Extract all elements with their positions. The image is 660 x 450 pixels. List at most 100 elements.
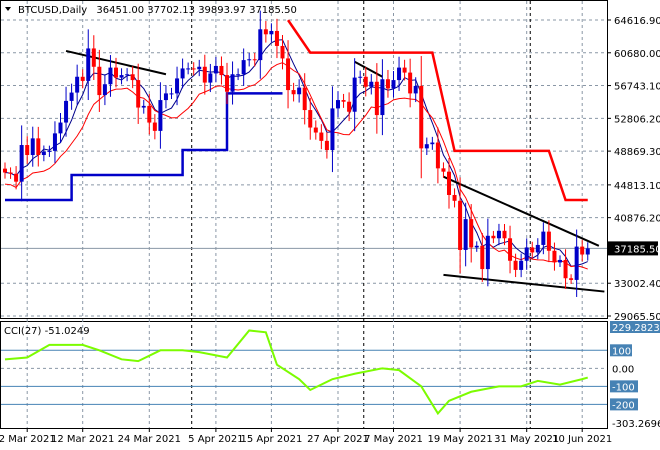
bear-candle bbox=[480, 245, 485, 270]
bear-candle bbox=[408, 72, 413, 94]
bull-candle bbox=[297, 87, 302, 95]
chart-window: 64616.90 60680.00 56743.10 52806.20 48869.30… bbox=[0, 0, 660, 450]
bear-candle bbox=[435, 142, 440, 169]
bear-candle bbox=[225, 75, 229, 92]
bull-candle bbox=[236, 74, 241, 76]
x-tick-label: 10 Jun 2021 bbox=[552, 434, 612, 445]
bear-candle bbox=[286, 58, 291, 91]
y-tick-label: 44813.10 bbox=[614, 181, 660, 192]
y-tick-label: 48869.30 bbox=[614, 147, 660, 158]
bear-candle bbox=[263, 29, 268, 35]
bull-candle bbox=[86, 48, 91, 81]
bull-candle bbox=[208, 73, 213, 83]
bull-candle bbox=[119, 75, 124, 78]
bear-candle bbox=[202, 66, 207, 83]
bear-candle bbox=[569, 278, 574, 280]
bull-candle bbox=[330, 108, 335, 151]
bear-candle bbox=[274, 30, 279, 46]
bull-candle bbox=[496, 230, 501, 239]
bear-candle bbox=[91, 48, 96, 67]
bull-candle bbox=[213, 65, 218, 74]
bear-candle bbox=[363, 76, 368, 87]
bear-candle bbox=[385, 79, 390, 89]
chart-header: BTCUSD,Daily 36451.00 37702.13 39893.97 … bbox=[18, 5, 297, 16]
bull-candle bbox=[19, 145, 24, 182]
cci-label: CCI(27) -51.0249 bbox=[4, 326, 90, 337]
bear-candle bbox=[97, 66, 102, 96]
bear-candle bbox=[341, 100, 346, 102]
bull-candle bbox=[175, 78, 180, 94]
bear-candle bbox=[191, 68, 196, 70]
bear-candle bbox=[402, 67, 407, 73]
bull-candle bbox=[352, 77, 357, 112]
trend-line bbox=[443, 273, 605, 293]
bear-candle bbox=[491, 235, 496, 239]
bull-candle bbox=[269, 30, 274, 35]
bear-candle bbox=[563, 259, 568, 279]
cci-tick-label: -100 bbox=[612, 382, 635, 393]
bull-candle bbox=[524, 247, 529, 261]
bull-candle bbox=[574, 246, 579, 280]
bull-candle bbox=[241, 60, 246, 75]
dropdown-triangle-icon[interactable] bbox=[5, 7, 11, 11]
bear-candle bbox=[324, 140, 329, 151]
bull-candle bbox=[52, 133, 57, 151]
bear-candle bbox=[25, 145, 30, 156]
x-tick-label: 5 Apr 2021 bbox=[188, 434, 243, 445]
bear-candle bbox=[580, 246, 585, 255]
y-tick-label: 64616.90 bbox=[614, 16, 660, 27]
bear-candle bbox=[313, 127, 318, 133]
bull-candle bbox=[541, 231, 546, 245]
bear-candle bbox=[291, 90, 296, 95]
bear-candle bbox=[252, 59, 257, 61]
bull-candle bbox=[358, 76, 363, 78]
bear-candle bbox=[280, 45, 285, 59]
bear-candle bbox=[36, 138, 41, 156]
bear-candle bbox=[530, 247, 535, 253]
bear-candle bbox=[452, 194, 457, 201]
x-tick-label: 15 Apr 2021 bbox=[240, 434, 302, 445]
bull-candle bbox=[197, 66, 202, 70]
bear-candle bbox=[136, 80, 141, 108]
bull-candle bbox=[519, 260, 524, 270]
bull-candle bbox=[463, 219, 468, 250]
bear-candle bbox=[458, 200, 463, 250]
bull-candle bbox=[30, 138, 35, 156]
y-tick-label: 60680.00 bbox=[614, 49, 660, 60]
bear-candle bbox=[374, 81, 379, 116]
cci-pane bbox=[0, 321, 608, 429]
y-tick-label: 33002.40 bbox=[614, 279, 660, 290]
trend-line bbox=[354, 60, 383, 78]
bear-candle bbox=[3, 168, 7, 173]
main-pane bbox=[0, 0, 608, 319]
bull-candle bbox=[180, 68, 185, 79]
bear-candle bbox=[147, 105, 152, 123]
bear-candle bbox=[552, 250, 557, 263]
bear-candle bbox=[502, 230, 507, 239]
bull-candle bbox=[369, 81, 374, 87]
y-tick-label: 40876.20 bbox=[614, 214, 660, 225]
bull-candle bbox=[485, 235, 490, 270]
bear-candle bbox=[513, 260, 518, 270]
bull-candle bbox=[336, 100, 340, 109]
cci-line bbox=[4, 329, 589, 416]
bull-candle bbox=[424, 144, 429, 149]
bull-candle bbox=[585, 248, 590, 255]
y-tick-label: 52806.20 bbox=[614, 114, 660, 125]
current-price-label: 37185.50 bbox=[614, 244, 660, 255]
bull-candle bbox=[41, 151, 46, 156]
bull-candle bbox=[47, 150, 52, 152]
bull-candle bbox=[69, 92, 74, 101]
bear-candle bbox=[130, 74, 135, 81]
bull-candle bbox=[535, 244, 540, 253]
bear-candle bbox=[546, 231, 551, 251]
bull-candle bbox=[380, 79, 385, 116]
bull-candle bbox=[75, 76, 80, 93]
bear-candle bbox=[469, 219, 474, 248]
bull-candle bbox=[391, 80, 396, 89]
bear-candle bbox=[219, 65, 224, 76]
x-tick-label: 12 Mar 2021 bbox=[51, 434, 114, 445]
cci-tick-label: 229.2823 bbox=[612, 323, 660, 334]
bull-candle bbox=[64, 100, 69, 123]
x-tick-label: 7 May 2021 bbox=[364, 434, 423, 445]
